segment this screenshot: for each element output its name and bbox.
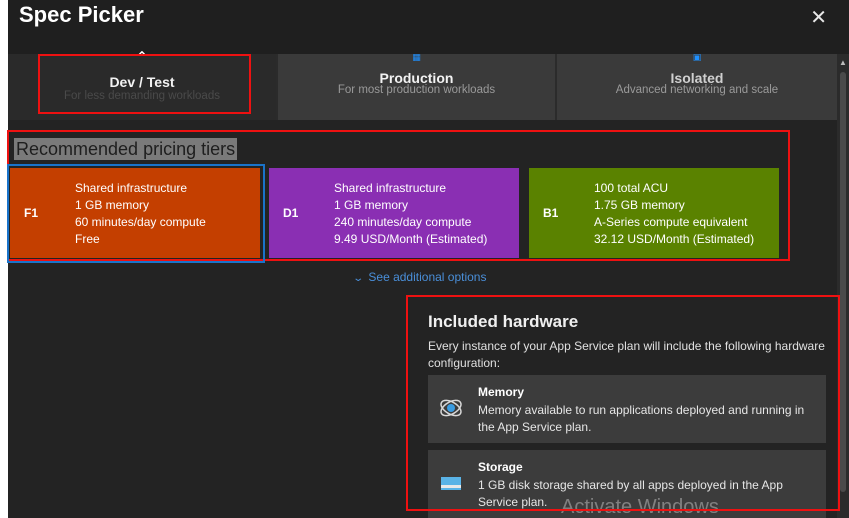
tier-details: Shared infrastructure 1 GB memory 60 min… xyxy=(75,180,206,248)
hardware-title: Included hardware xyxy=(428,312,579,331)
scroll-thumb[interactable] xyxy=(840,72,846,492)
memory-icon xyxy=(440,399,462,417)
hardware-description: Every instance of your App Service plan … xyxy=(428,339,825,370)
tier-detail: Shared infrastructure xyxy=(334,181,447,195)
tier-detail: 9.49 USD/Month (Estimated) xyxy=(334,232,488,246)
tier-detail: 60 minutes/day compute xyxy=(75,215,206,229)
spec-picker-window: Spec Picker ✕ ⌃ Dev / Test For less dema… xyxy=(8,0,849,518)
hardware-item-title: Memory xyxy=(478,385,525,399)
tab-subtitle: Advanced networking and scale xyxy=(615,84,779,96)
tier-card-d1[interactable]: D1 Shared infrastructure 1 GB memory 240… xyxy=(269,168,519,258)
see-additional-options-link[interactable]: ⌄ See additional options xyxy=(352,270,487,284)
tier-detail: Shared infrastructure xyxy=(75,181,188,195)
chevron-up-icon: ⌃ xyxy=(135,50,149,67)
production-icon: ▦ xyxy=(412,52,421,62)
hardware-item-title: Storage xyxy=(478,460,523,474)
tier-details: 100 total ACU 1.75 GB memory A-Series co… xyxy=(594,180,754,248)
included-hardware-panel: Included hardware Every instance of your… xyxy=(408,296,835,518)
storage-icon xyxy=(441,477,461,490)
tier-card-f1[interactable]: F1 Shared infrastructure 1 GB memory 60 … xyxy=(10,168,260,258)
tier-card-b1[interactable]: B1 100 total ACU 1.75 GB memory A-Series… xyxy=(529,168,779,258)
tier-code: B1 xyxy=(543,206,559,220)
tier-detail: 240 minutes/day compute xyxy=(334,215,472,229)
tier-detail: 100 total ACU xyxy=(594,181,669,195)
tier-detail: A-Series compute equivalent xyxy=(594,215,748,229)
workload-tabs: ⌃ Dev / Test For less demanding workload… xyxy=(8,50,837,120)
tab-production[interactable]: ▦ Production For most production workloa… xyxy=(278,52,555,120)
scrollbar[interactable]: ▲ xyxy=(837,54,849,518)
isolated-icon: ▣ xyxy=(692,52,702,62)
tab-label: Dev / Test xyxy=(109,74,175,90)
tier-detail: 32.12 USD/Month (Estimated) xyxy=(594,232,755,246)
tab-isolated[interactable]: ▣ Isolated Advanced networking and scale xyxy=(557,52,837,120)
hardware-item-description: Memory available to run applications dep… xyxy=(478,403,805,434)
tier-code: D1 xyxy=(283,206,299,220)
close-icon[interactable]: ✕ xyxy=(810,5,827,30)
tab-subtitle: For most production workloads xyxy=(337,84,496,96)
tier-details: Shared infrastructure 1 GB memory 240 mi… xyxy=(334,180,487,248)
tier-code: F1 xyxy=(24,206,39,220)
tier-detail: Free xyxy=(75,232,100,246)
recommended-tiers-heading: Recommended pricing tiers xyxy=(14,138,238,160)
tier-detail: 1.75 GB memory xyxy=(594,198,685,212)
tab-dev-test[interactable]: ⌃ Dev / Test For less demanding workload… xyxy=(8,50,276,120)
scroll-up-icon[interactable]: ▲ xyxy=(839,58,847,67)
title-bar: Spec Picker ✕ xyxy=(8,0,849,54)
chevron-down-icon: ⌄ xyxy=(352,273,365,284)
tier-detail: 1 GB memory xyxy=(75,198,150,212)
hardware-item-memory: Memory Memory available to run applicati… xyxy=(428,375,826,443)
window-title: Spec Picker xyxy=(19,2,144,27)
activate-windows-watermark: Activate Windows xyxy=(561,496,719,518)
tier-detail: 1 GB memory xyxy=(334,198,409,212)
see-more-label: See additional options xyxy=(368,270,487,284)
tab-subtitle: For less demanding workloads xyxy=(64,90,220,102)
